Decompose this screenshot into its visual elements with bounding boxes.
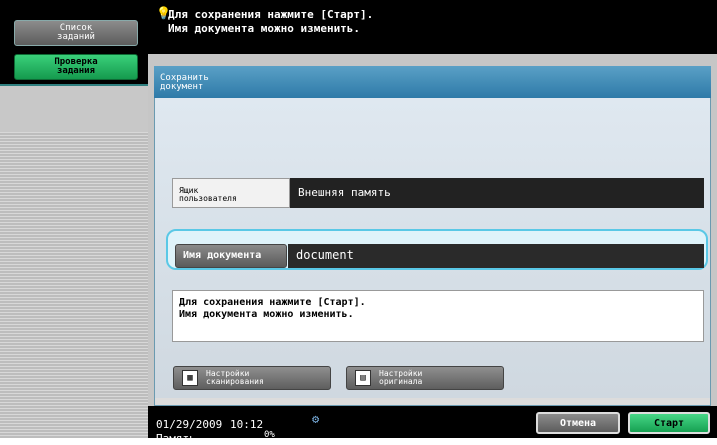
scan-settings-label: Настройки сканирования (206, 369, 264, 386)
date-display: 01/29/2009 (156, 418, 223, 431)
user-box-label: Ящик пользователя (172, 178, 290, 208)
job-list-button[interactable]: Список заданий (14, 20, 138, 46)
job-check-label: Проверка задания (54, 57, 98, 76)
panel-title-text: Сохранить документ (160, 73, 209, 92)
scan-settings-icon: ▦ (182, 370, 198, 386)
user-box-value: Внешняя память (290, 178, 704, 208)
original-settings-label: Настройки оригинала (379, 369, 423, 386)
job-check-button[interactable]: Проверка задания (14, 54, 138, 80)
original-settings-icon: ▤ (355, 370, 371, 386)
info-line-2: Имя документа можно изменить. (179, 309, 354, 320)
message-bar: 💡 Для сохранения нажмите [Старт]. Имя до… (148, 0, 717, 54)
user-box-label-text: Ящик пользователя (179, 186, 237, 203)
network-icon: ⚙ (312, 412, 320, 426)
sidebar-divider (0, 84, 148, 132)
document-name-button[interactable]: Имя документа (175, 244, 287, 268)
panel-title: Сохранить документ (154, 66, 711, 98)
document-name-field[interactable]: document (288, 244, 704, 268)
message-line-2: Имя документа можно изменить. (168, 22, 361, 35)
sidebar-pattern (0, 132, 148, 438)
memory-label: Память (156, 432, 196, 445)
info-box: Для сохранения нажмите [Старт]. Имя доку… (172, 290, 704, 342)
message-line-1: Для сохранения нажмите [Старт]. (168, 8, 374, 21)
start-button[interactable]: Старт (628, 412, 710, 434)
memory-percent: 0% (264, 430, 275, 440)
job-list-label: Список заданий (57, 23, 95, 42)
info-line-1: Для сохранения нажмите [Старт]. (179, 297, 366, 308)
original-settings-button[interactable]: ▤ Настройки оригинала (346, 366, 504, 390)
scan-settings-button[interactable]: ▦ Настройки сканирования (173, 366, 331, 390)
time-display: 10:12 (230, 418, 264, 431)
cancel-button[interactable]: Отмена (536, 412, 620, 434)
